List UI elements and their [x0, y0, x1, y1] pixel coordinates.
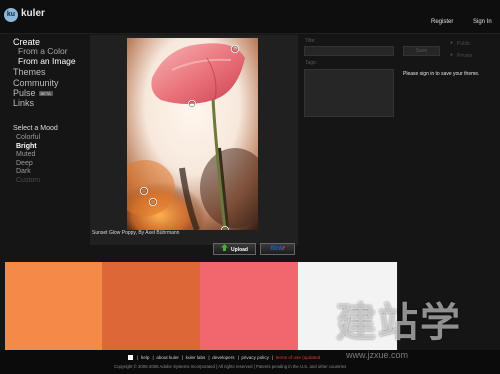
public-label: Public: [457, 41, 471, 47]
tags-label: Tags:: [305, 60, 317, 66]
flickr-logo-icon: flickr: [270, 246, 285, 252]
footer-terms[interactable]: terms of use (updated: [276, 355, 321, 360]
mood-heading: Select a Mood: [13, 125, 58, 132]
sign-in-link[interactable]: Sign In: [473, 19, 492, 25]
footer-links: | help | about kuler | kuler labs | develop…: [128, 355, 323, 361]
mood-muted[interactable]: Muted: [16, 151, 35, 158]
footer: | help | about kuler | kuler labs | develop…: [0, 350, 500, 374]
top-header: ku kuler Register Sign In: [0, 0, 500, 34]
footer-labs[interactable]: kuler labs: [186, 355, 206, 360]
flickr-button[interactable]: flickr: [260, 243, 295, 255]
footer-help[interactable]: help: [141, 355, 150, 360]
upload-button[interactable]: Upload: [213, 243, 256, 255]
nav-links[interactable]: Links: [13, 98, 34, 108]
mood-dark[interactable]: Dark: [16, 168, 31, 175]
color-picker-handle-3[interactable]: [140, 187, 148, 195]
nav-from-an-image[interactable]: From an Image: [18, 56, 76, 66]
swatch-3[interactable]: [200, 262, 298, 350]
kuler-logo-icon[interactable]: ku: [4, 8, 18, 22]
copyright: Copyright © 2006-2008 Adobe Systems Inco…: [114, 364, 347, 369]
swatch-1[interactable]: [5, 262, 102, 350]
mood-deep[interactable]: Deep: [16, 160, 33, 167]
nav-community[interactable]: Community: [13, 78, 59, 88]
save-button[interactable]: Save: [403, 46, 440, 56]
adobe-logo-icon: [128, 355, 133, 361]
mood-custom[interactable]: Custom: [16, 177, 40, 184]
swatch-5[interactable]: [397, 262, 398, 350]
nav-pulse[interactable]: Pulse BETA: [13, 88, 53, 98]
private-label: Private: [457, 53, 473, 59]
nav-from-a-color[interactable]: From a Color: [18, 46, 68, 56]
nav-pulse-label: Pulse: [13, 88, 36, 98]
color-picker-handle-2[interactable]: [188, 100, 196, 108]
footer-privacy[interactable]: privacy policy: [241, 355, 269, 360]
sign-in-message: Please sign in to save your theme.: [403, 71, 480, 77]
footer-developers[interactable]: developers: [212, 355, 234, 360]
public-radio-icon[interactable]: ●: [450, 40, 453, 46]
private-radio-icon[interactable]: ●: [450, 52, 453, 58]
color-picker-handle-4[interactable]: [149, 198, 157, 206]
app-title[interactable]: kuler: [21, 8, 45, 19]
image-caption: Sunset Glow Poppy, By Axel Bührmann: [92, 230, 180, 236]
upload-arrow-icon: [221, 244, 229, 255]
upload-label: Upload: [231, 246, 248, 253]
nav-themes[interactable]: Themes: [13, 67, 46, 77]
color-picker-handle-1[interactable]: [231, 45, 239, 53]
color-picker-handle-5[interactable]: [221, 226, 229, 234]
beta-badge: BETA: [38, 91, 53, 97]
swatch-2[interactable]: [102, 262, 200, 350]
mood-colorful[interactable]: Colorful: [16, 134, 40, 141]
theme-swatches: [5, 262, 398, 350]
kuler-app: ku kuler Register Sign In Create From a …: [0, 0, 500, 374]
register-link[interactable]: Register: [431, 19, 453, 25]
footer-about[interactable]: about kuler: [156, 355, 179, 360]
mood-bright[interactable]: Bright: [16, 143, 37, 150]
title-input[interactable]: [304, 46, 394, 56]
source-photo: [127, 38, 258, 230]
tags-input[interactable]: [304, 69, 394, 117]
title-label: Title:: [305, 38, 316, 44]
swatch-4[interactable]: [298, 262, 397, 350]
